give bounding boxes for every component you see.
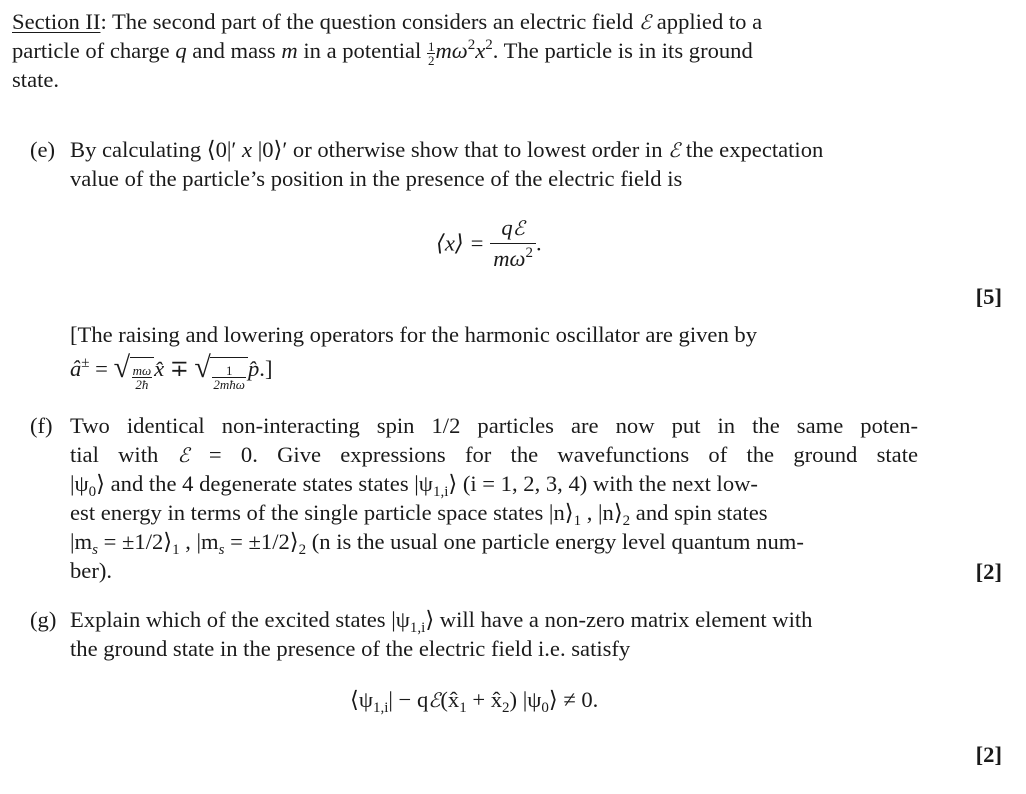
intro-line-2: particle of charge q and mass m in a pot… <box>12 37 753 68</box>
part-f-line-5: |ms = ±1/2⟩1 , |ms = ±1/2⟩2 (n is the us… <box>70 529 804 558</box>
intro-line-1: Section II: The second part of the quest… <box>12 9 763 34</box>
part-e-marks: [5] <box>975 284 1002 309</box>
part-f-line-2: tial with ℰ = 0. Give expressions for th… <box>70 442 919 467</box>
part-f-line-4: est energy in terms of the single partic… <box>70 500 768 529</box>
part-f-line-1: Two identical non-interacting spin 1/2 p… <box>70 413 918 438</box>
intro-line-3: state. <box>12 67 60 92</box>
part-f-marks: [2] <box>975 559 1002 584</box>
sqrt-1: √ mω 2ħ <box>114 353 155 391</box>
part-g-marks: [2] <box>975 742 1002 767</box>
part-f-label: (f) <box>30 413 53 438</box>
sqrt-2: √ 1 2mħω <box>194 353 248 391</box>
part-g-line-2: the ground state in the presence of the … <box>70 636 631 661</box>
section-heading: Section II <box>12 9 101 34</box>
part-f-line-6: ber). <box>70 558 113 583</box>
part-f-line-3: |ψ0⟩ and the 4 degenerate states states … <box>70 471 758 500</box>
part-g-label: (g) <box>30 607 57 632</box>
hint-line-1: [The raising and lowering operators for … <box>70 322 757 347</box>
part-g-line-1: Explain which of the excited states |ψ1,… <box>70 607 813 636</box>
part-e-line-1: By calculating ⟨0|′ x |0⟩′ or otherwise … <box>70 137 824 162</box>
field-symbol: ℰ <box>638 10 652 34</box>
part-e-label: (e) <box>30 137 56 162</box>
hint-operators: â± = √ mω 2ħ x̂ ∓ √ 1 2mħω p̂.] <box>70 351 273 392</box>
equation-fraction: qℰ mω2 <box>490 213 536 273</box>
expectation-equation: ⟨x⟩ = qℰ mω2 . <box>436 213 542 273</box>
part-e-line-2: value of the particle’s position in the … <box>70 166 683 191</box>
matrix-element-equation: ⟨ψ1,i| − qℰ(x̂1 + x̂2) |ψ0⟩ ≠ 0. <box>350 687 599 716</box>
